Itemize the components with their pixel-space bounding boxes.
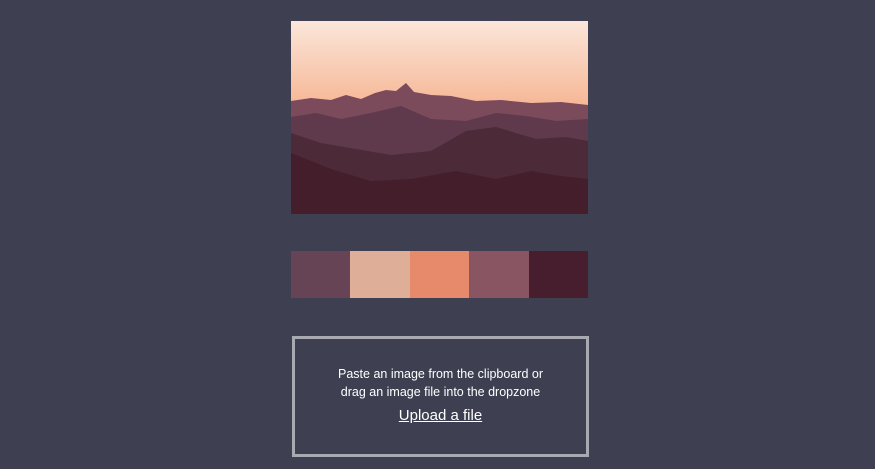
upload-file-link[interactable]: Upload a file <box>399 407 482 424</box>
source-image <box>291 21 588 214</box>
palette-swatch-5 <box>528 251 589 298</box>
app-root: Paste an image from the clipboard or dra… <box>0 0 875 469</box>
palette-swatch-3 <box>409 251 470 298</box>
mountain-sunset-illustration <box>291 21 588 214</box>
dropzone-instruction-line-1: Paste an image from the clipboard or <box>338 367 543 381</box>
dropzone-instruction-line-2: drag an image file into the dropzone <box>340 385 541 399</box>
palette-swatch-2 <box>350 251 410 298</box>
color-palette <box>291 251 589 298</box>
palette-swatch-4 <box>469 251 529 298</box>
palette-swatch-1 <box>291 251 351 298</box>
image-dropzone[interactable]: Paste an image from the clipboard or dra… <box>292 336 589 457</box>
